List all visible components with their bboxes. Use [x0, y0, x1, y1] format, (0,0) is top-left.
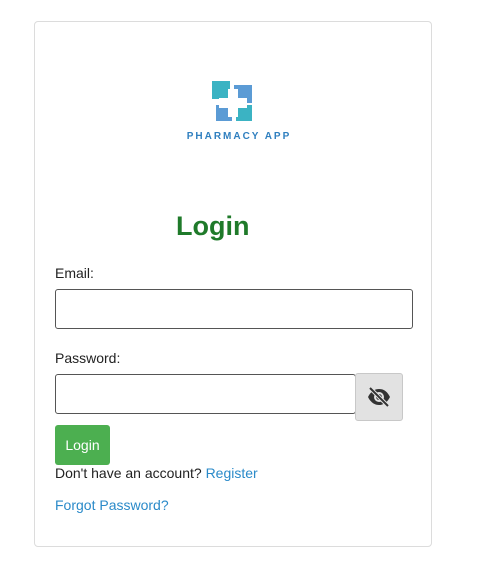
password-field[interactable] [55, 374, 356, 414]
pharmacy-cross-logo-icon [212, 81, 252, 121]
toggle-password-visibility-button[interactable] [355, 373, 403, 421]
login-card: PHARMACY APP Login Email: Password: Logi… [34, 21, 432, 547]
login-button[interactable]: Login [55, 425, 110, 465]
page-title: Login [176, 211, 250, 241]
register-prompt: Don't have an account? [55, 465, 202, 481]
email-field[interactable] [55, 289, 413, 329]
eye-off-icon [368, 386, 390, 408]
password-label: Password: [55, 350, 121, 366]
logo: PHARMACY APP [35, 79, 431, 142]
register-link[interactable]: Register [206, 465, 258, 481]
forgot-password-link[interactable]: Forgot Password? [55, 497, 169, 513]
email-label: Email: [55, 265, 94, 281]
logo-text: PHARMACY APP [186, 131, 292, 142]
register-line: Don't have an account? Register [55, 465, 258, 481]
